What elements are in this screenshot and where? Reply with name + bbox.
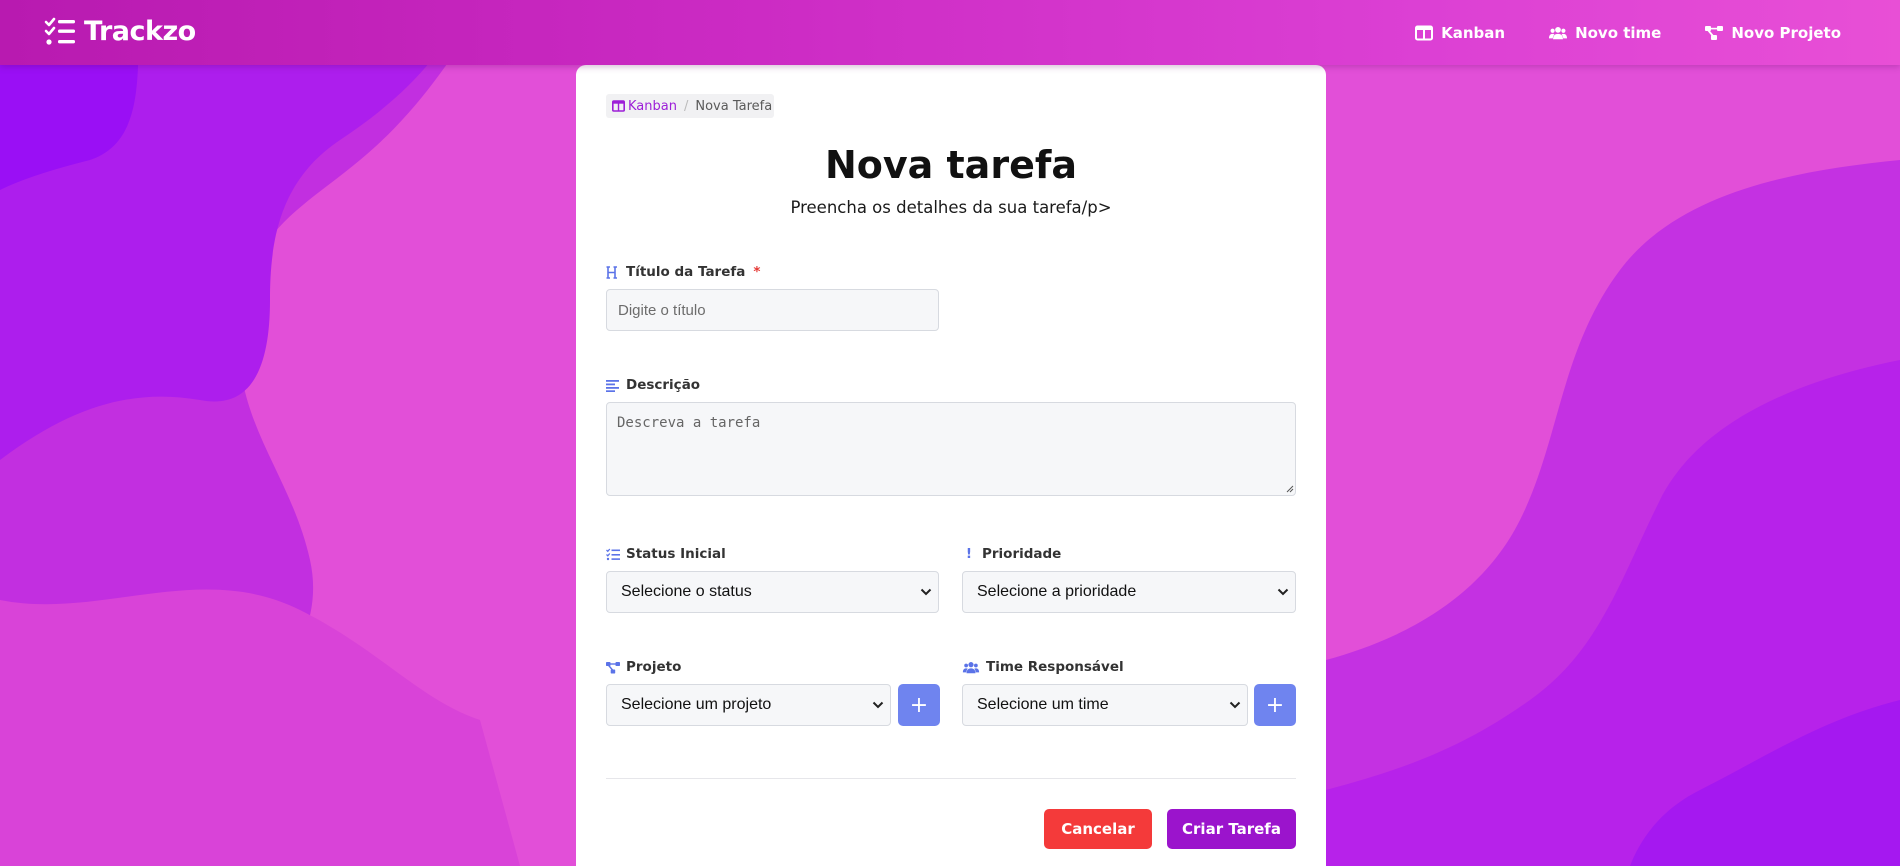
cancel-button[interactable]: Cancelar: [1044, 809, 1152, 849]
descricao-label: Descrição: [606, 377, 700, 393]
form-divider: [606, 778, 1296, 779]
kanban-icon: [1415, 25, 1434, 40]
chevron-down-icon: [1229, 701, 1241, 709]
prioridade-label: ! Prioridade: [962, 546, 1061, 562]
chevron-down-icon: [1277, 588, 1289, 596]
nav-link-label: Novo Projeto: [1731, 23, 1841, 42]
descricao-textarea[interactable]: [606, 402, 1296, 496]
nav-link-novo-time[interactable]: Novo time: [1549, 24, 1661, 42]
projeto-select-value: Selecione um projeto: [621, 696, 772, 713]
add-projeto-button[interactable]: +: [898, 684, 940, 726]
prioridade-select[interactable]: Selecione a prioridade: [962, 571, 1296, 613]
form-card: Kanban / Nova Tarefa Nova tarefa Preench…: [576, 65, 1326, 866]
breadcrumb-kanban-link[interactable]: Kanban: [612, 99, 677, 114]
breadcrumb-link-label: Kanban: [628, 98, 677, 114]
add-time-button[interactable]: +: [1254, 684, 1296, 726]
nav-link-novo-projeto[interactable]: Novo Projeto: [1705, 24, 1841, 42]
list-check-icon: [44, 17, 75, 45]
project-diagram-icon: [1705, 25, 1724, 40]
breadcrumb: Kanban / Nova Tarefa: [606, 94, 774, 118]
breadcrumb-separator: /: [683, 98, 689, 114]
nav-link-label: Novo time: [1575, 23, 1662, 42]
projeto-label-text: Projeto: [626, 659, 682, 675]
titulo-input[interactable]: [606, 289, 939, 331]
nav-link-kanban[interactable]: Kanban: [1415, 24, 1505, 42]
titulo-label-text: Título da Tarefa: [626, 264, 746, 280]
status-select-value: Selecione o status: [621, 583, 752, 600]
projeto-select[interactable]: Selecione um projeto: [606, 684, 891, 726]
status-label: Status Inicial: [606, 546, 726, 562]
users-icon: [962, 660, 980, 674]
time-label: Time Responsável: [962, 659, 1124, 675]
descricao-label-text: Descrição: [626, 377, 701, 393]
breadcrumb-current: Nova Tarefa: [695, 98, 773, 114]
brand-name: Trackzo: [84, 16, 196, 47]
chevron-down-icon: [920, 588, 932, 596]
projeto-label: Projeto: [606, 659, 681, 675]
status-label-text: Status Inicial: [626, 546, 726, 562]
create-task-button[interactable]: Criar Tarefa: [1167, 809, 1296, 849]
kanban-icon: [612, 100, 625, 112]
page-subtitle: Preencha os detalhes da sua tarefa/p>: [790, 198, 1112, 217]
prioridade-select-value: Selecione a prioridade: [977, 583, 1137, 600]
heading-icon: [606, 265, 620, 279]
top-navbar: Trackzo Kanban Novo time Novo Projeto: [0, 0, 1900, 65]
project-diagram-icon: [606, 660, 620, 674]
time-label-text: Time Responsável: [986, 659, 1124, 675]
chevron-down-icon: [872, 701, 884, 709]
required-marker: *: [753, 264, 761, 280]
brand-logo[interactable]: Trackzo: [44, 16, 196, 47]
time-select[interactable]: Selecione um time: [962, 684, 1248, 726]
time-select-value: Selecione um time: [977, 696, 1109, 713]
page-title: Nova tarefa: [824, 143, 1078, 187]
exclamation-icon: !: [965, 546, 973, 562]
prioridade-label-text: Prioridade: [982, 546, 1062, 562]
nav-link-label: Kanban: [1441, 23, 1506, 42]
align-left-icon: [606, 378, 620, 392]
titulo-label: Título da Tarefa *: [606, 264, 760, 280]
tasks-icon: [606, 547, 620, 561]
status-select[interactable]: Selecione o status: [606, 571, 939, 613]
users-icon: [1549, 26, 1568, 39]
nav-links: Kanban Novo time Novo Projeto: [1415, 0, 1841, 65]
